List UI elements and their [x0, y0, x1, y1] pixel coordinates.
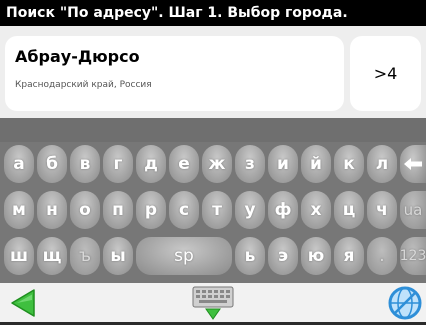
key-zh[interactable]: ж [202, 145, 232, 183]
city-result-item[interactable]: Абрау-Дюрсо Краснодарский край, Россия [5, 36, 344, 111]
key-hard-sign[interactable]: ъ [70, 237, 100, 275]
city-name: Абрау-Дюрсо [15, 47, 140, 66]
key-u[interactable]: у [235, 191, 265, 229]
key-r[interactable]: р [136, 191, 166, 229]
key-eh[interactable]: э [268, 237, 298, 275]
key-sh[interactable]: ш [4, 237, 34, 275]
language-switch-key[interactable]: ua [400, 191, 426, 229]
key-soft-sign[interactable]: ь [235, 237, 265, 275]
key-n[interactable]: н [37, 191, 67, 229]
key-period[interactable]: . [367, 237, 397, 275]
backspace-key[interactable] [400, 145, 426, 183]
bottom-toolbar [0, 283, 426, 322]
key-k[interactable]: к [334, 145, 364, 183]
key-i[interactable]: и [268, 145, 298, 183]
city-region: Краснодарский край, Россия [15, 80, 152, 90]
back-button[interactable] [8, 287, 38, 319]
key-m[interactable]: м [4, 191, 34, 229]
results-count-button[interactable]: >4 [350, 36, 421, 111]
on-screen-keyboard: а б в г д е ж з и й к л м н о п р с т у … [0, 142, 426, 283]
key-o[interactable]: о [70, 191, 100, 229]
key-ya[interactable]: я [334, 237, 364, 275]
space-key[interactable]: sp [136, 237, 232, 275]
key-h[interactable]: х [301, 191, 331, 229]
key-v[interactable]: в [70, 145, 100, 183]
key-ts[interactable]: ц [334, 191, 364, 229]
numbers-switch-key[interactable]: 123 [400, 237, 426, 275]
key-ch[interactable]: ч [367, 191, 397, 229]
key-y[interactable]: ы [103, 237, 133, 275]
key-g[interactable]: г [103, 145, 133, 183]
key-shch[interactable]: щ [37, 237, 67, 275]
input-strip [0, 118, 426, 142]
result-panel: Абрау-Дюрсо Краснодарский край, Россия >… [0, 26, 426, 118]
key-d[interactable]: д [136, 145, 166, 183]
key-b[interactable]: б [37, 145, 67, 183]
key-t[interactable]: т [202, 191, 232, 229]
map-button[interactable] [387, 285, 423, 321]
globe-icon [388, 286, 422, 320]
key-l[interactable]: л [367, 145, 397, 183]
backspace-arrow-icon [404, 158, 422, 170]
key-yu[interactable]: ю [301, 237, 331, 275]
key-a[interactable]: а [4, 145, 34, 183]
keyboard-toggle-button[interactable] [191, 285, 235, 321]
key-e[interactable]: е [169, 145, 199, 183]
back-arrow-icon [11, 289, 35, 317]
key-s[interactable]: с [169, 191, 199, 229]
key-y-short[interactable]: й [301, 145, 331, 183]
key-f[interactable]: ф [268, 191, 298, 229]
key-p[interactable]: п [103, 191, 133, 229]
page-title: Поиск "По адресу". Шаг 1. Выбор города. [0, 0, 426, 26]
keyboard-icon [192, 286, 234, 320]
key-z[interactable]: з [235, 145, 265, 183]
